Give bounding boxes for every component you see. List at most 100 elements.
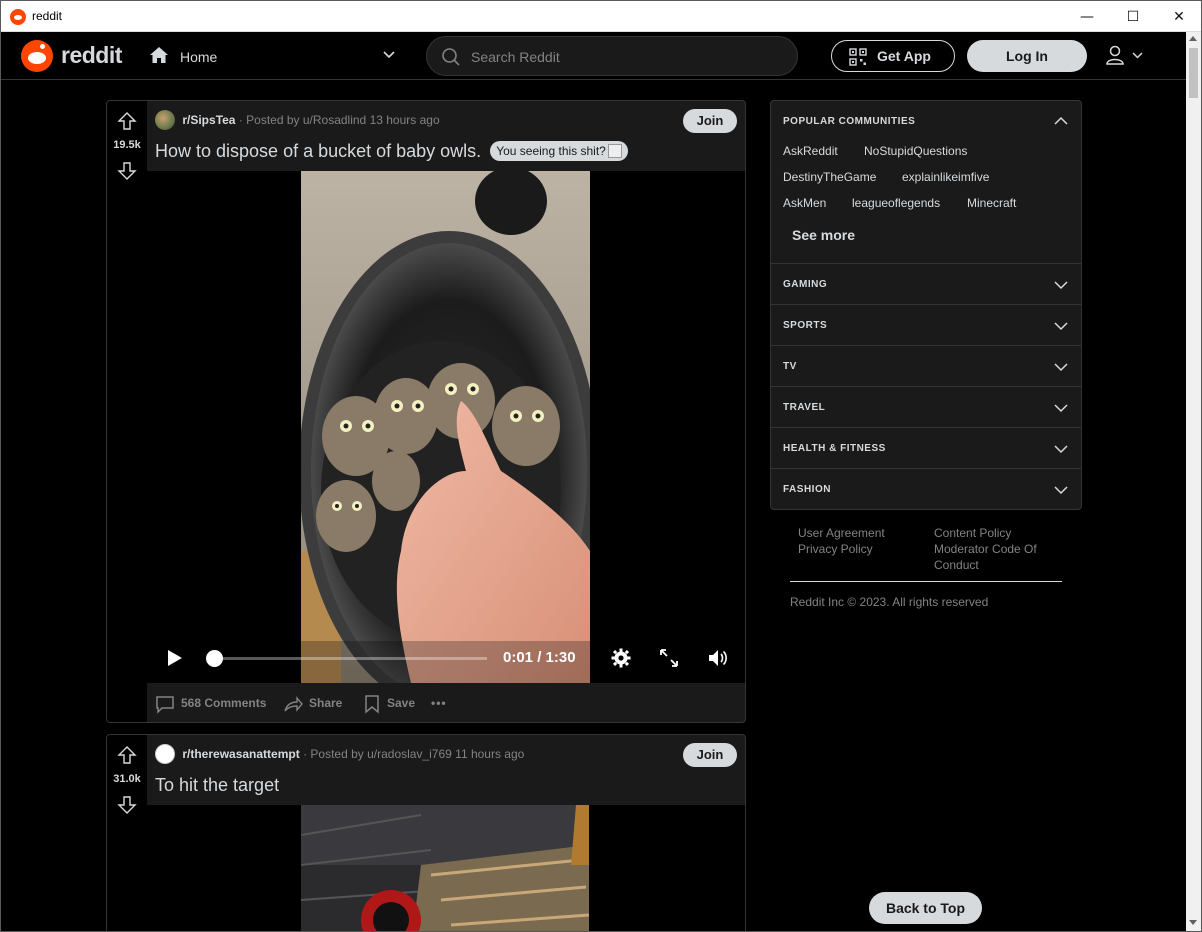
- downvote-icon[interactable]: [117, 161, 137, 181]
- search-box[interactable]: [426, 36, 798, 76]
- see-more-button[interactable]: See more: [792, 227, 855, 243]
- comments-label: 568 Comments: [181, 696, 267, 710]
- target-video-image: [301, 805, 589, 931]
- chevron-down-icon: [1054, 281, 1068, 290]
- copyright-text: Reddit Inc © 2023. All rights reserved: [790, 595, 989, 609]
- post-byline: · Posted by u/Rosadlind 13 hours ago: [238, 113, 440, 127]
- chevron-up-icon[interactable]: [1053, 113, 1069, 129]
- video-time: 0:01 / 1:30: [503, 649, 576, 666]
- subreddit-link[interactable]: r/therewasanattempt: [182, 747, 299, 761]
- category-fashion[interactable]: FASHION: [771, 468, 1081, 509]
- user-agreement-link[interactable]: User Agreement: [798, 525, 885, 541]
- search-input[interactable]: [471, 46, 771, 68]
- vote-count: 31.0k: [113, 773, 141, 785]
- category-tv[interactable]: TV: [771, 345, 1081, 386]
- baby-owls-video-image: [301, 171, 590, 683]
- join-button[interactable]: Join: [683, 743, 737, 767]
- community-link[interactable]: Minecraft: [967, 196, 1016, 210]
- login-button[interactable]: Log In: [967, 40, 1087, 72]
- video-progress-track[interactable]: [207, 657, 487, 660]
- user-menu[interactable]: [1105, 44, 1151, 68]
- vote-column: 31.0k: [107, 735, 147, 931]
- video-frame: [301, 171, 590, 683]
- vertical-scrollbar[interactable]: [1186, 32, 1201, 931]
- comment-icon: [156, 696, 174, 714]
- scroll-up-icon[interactable]: [1189, 36, 1197, 41]
- popular-communities-title: POPULAR COMMUNITIES: [783, 116, 916, 127]
- category-gaming[interactable]: GAMING: [771, 263, 1081, 304]
- community-link[interactable]: AskMen: [783, 196, 826, 210]
- chevron-down-icon: [383, 51, 395, 59]
- post-byline: · Posted by u/radoslav_i769 11 hours ago: [303, 747, 525, 761]
- post-card[interactable]: 19.5k r/SipsTea · Posted by u/Rosadlind …: [106, 100, 746, 723]
- vote-column: 19.5k: [107, 101, 147, 722]
- home-dropdown[interactable]: Home: [141, 38, 403, 74]
- home-icon: [150, 47, 168, 63]
- save-label: Save: [387, 696, 416, 710]
- post-meta: r/SipsTea · Posted by u/Rosadlind 13 hou…: [155, 110, 440, 130]
- category-health-fitness[interactable]: HEALTH & FITNESS: [771, 427, 1081, 468]
- subreddit-avatar[interactable]: [155, 110, 175, 130]
- scroll-down-icon[interactable]: [1189, 920, 1197, 925]
- share-button[interactable]: Share: [283, 693, 342, 713]
- post-title[interactable]: To hit the target: [155, 775, 279, 796]
- share-label: Share: [309, 696, 343, 710]
- video-frame: [301, 805, 589, 931]
- subreddit-avatar[interactable]: [155, 744, 175, 764]
- post-card[interactable]: 31.0k r/therewasanattempt · Posted by u/…: [106, 734, 746, 931]
- maximize-button[interactable]: ☐: [1110, 1, 1156, 32]
- community-link[interactable]: NoStupidQuestions: [864, 144, 967, 158]
- subreddit-link[interactable]: r/SipsTea: [182, 113, 235, 127]
- reddit-app-icon: [10, 9, 26, 25]
- downvote-icon[interactable]: [117, 795, 137, 815]
- video-progress-knob[interactable]: [206, 650, 223, 667]
- app-window: reddit — ☐ ✕ reddit Home Search Reddit G…: [0, 0, 1202, 932]
- play-icon[interactable]: [167, 649, 183, 667]
- close-button[interactable]: ✕: [1156, 1, 1201, 32]
- title-bar: reddit — ☐ ✕: [1, 1, 1201, 32]
- chevron-down-icon: [1054, 445, 1068, 454]
- reddit-wordmark[interactable]: reddit: [61, 42, 122, 69]
- upvote-icon[interactable]: [117, 111, 137, 131]
- share-icon: [284, 695, 303, 712]
- post-meta: r/therewasanattempt · Posted by u/radosl…: [155, 744, 524, 764]
- video-player[interactable]: [147, 805, 745, 931]
- moderator-code-link-cont[interactable]: Conduct: [934, 557, 979, 573]
- video-controls: 0:01 / 1:30: [147, 635, 745, 683]
- community-link[interactable]: DestinyTheGame: [783, 170, 876, 184]
- post-title[interactable]: How to dispose of a bucket of baby owls.…: [155, 141, 628, 162]
- flair-emoji-icon: [607, 144, 622, 158]
- category-label: GAMING: [783, 279, 828, 290]
- comments-button[interactable]: 568 Comments: [155, 693, 267, 714]
- community-link[interactable]: leagueoflegends: [852, 196, 940, 210]
- footer-divider: [790, 581, 1062, 582]
- post-flair: You seeing this shit?: [490, 141, 628, 161]
- volume-icon[interactable]: [707, 648, 729, 668]
- home-label: Home: [180, 49, 218, 65]
- window-title: reddit: [32, 9, 63, 23]
- fullscreen-icon[interactable]: [659, 648, 679, 668]
- moderator-code-link[interactable]: Moderator Code Of: [934, 541, 1037, 557]
- save-button[interactable]: Save: [363, 693, 416, 714]
- scroll-thumb[interactable]: [1189, 48, 1198, 98]
- join-button[interactable]: Join: [683, 109, 737, 133]
- settings-gear-icon[interactable]: [611, 648, 631, 668]
- category-sports[interactable]: SPORTS: [771, 304, 1081, 345]
- content-policy-link[interactable]: Content Policy: [934, 525, 1011, 541]
- chevron-down-icon: [1054, 322, 1068, 331]
- more-options-button[interactable]: •••: [431, 693, 447, 713]
- community-link[interactable]: AskReddit: [783, 144, 838, 158]
- video-player[interactable]: 0:01 / 1:30: [147, 171, 745, 683]
- chevron-down-icon: [1054, 486, 1068, 495]
- community-link[interactable]: explainlikeimfive: [902, 170, 989, 184]
- category-travel[interactable]: TRAVEL: [771, 386, 1081, 427]
- get-app-button[interactable]: Get App: [831, 40, 955, 72]
- privacy-policy-link[interactable]: Privacy Policy: [798, 541, 873, 557]
- bookmark-icon: [365, 695, 379, 714]
- category-label: SPORTS: [783, 320, 828, 331]
- reddit-logo-icon[interactable]: [21, 40, 53, 72]
- minimize-button[interactable]: —: [1064, 1, 1110, 32]
- upvote-icon[interactable]: [117, 745, 137, 765]
- back-to-top-button[interactable]: Back to Top: [869, 892, 982, 924]
- category-label: TV: [783, 361, 797, 372]
